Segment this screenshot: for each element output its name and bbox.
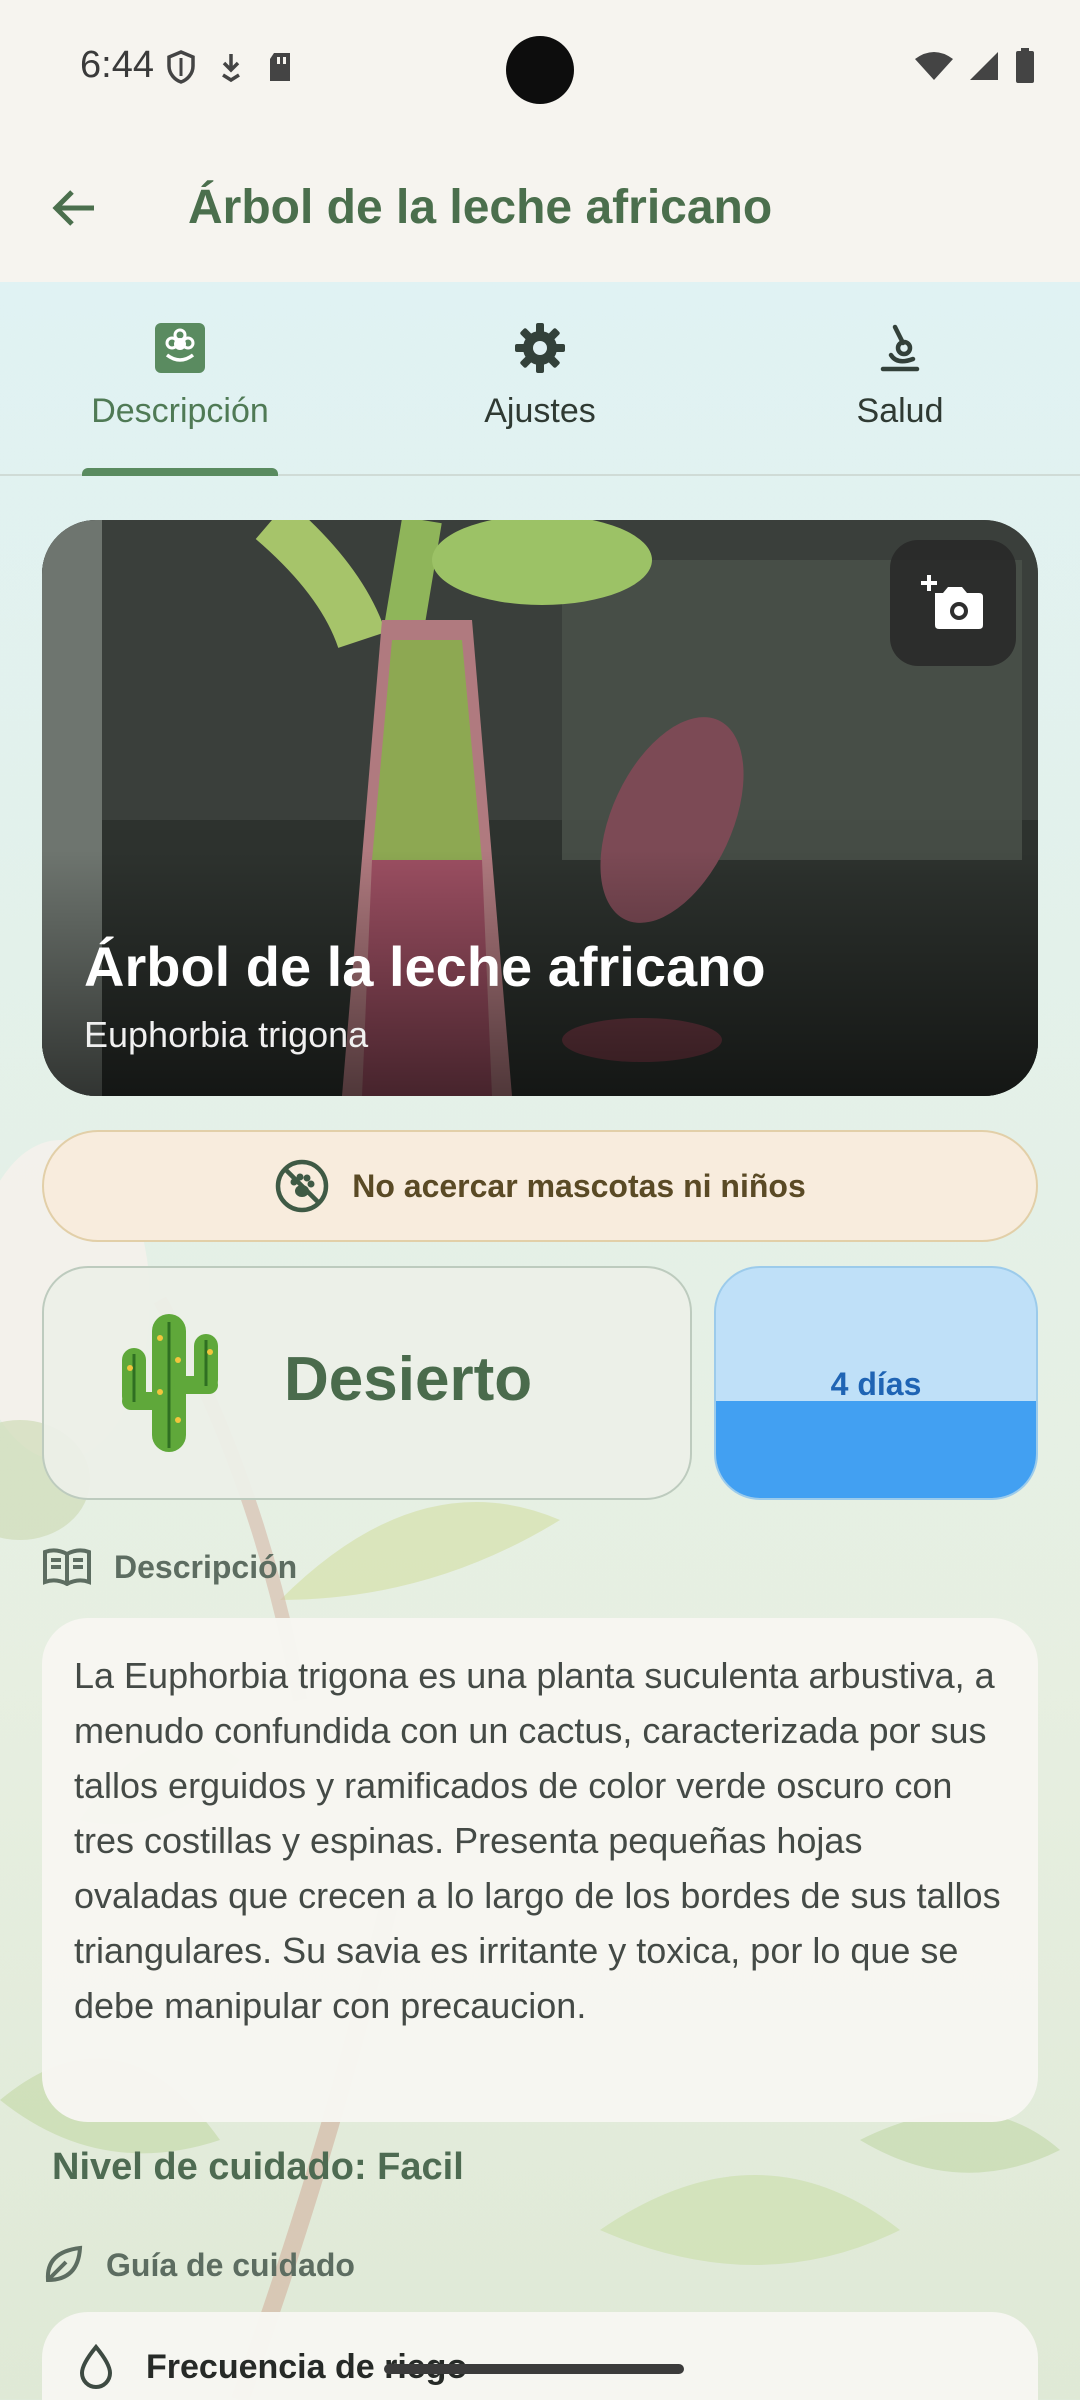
tab-label: Ajustes <box>484 392 596 430</box>
warning-text: No acercar mascotas ni niños <box>352 1167 806 1204</box>
front-camera <box>506 36 574 104</box>
water-level-fill <box>716 1401 1036 1498</box>
app-bar: Árbol de la leche africano <box>0 136 1080 282</box>
active-tab-indicator <box>82 468 278 476</box>
signal-icon <box>970 52 998 80</box>
download-notification-icon <box>222 54 240 83</box>
flower-badge-icon <box>152 320 208 376</box>
cactus-icon <box>122 1314 218 1452</box>
leaf-icon <box>45 2245 83 2283</box>
sd-card-icon <box>270 53 290 81</box>
tab-salud[interactable]: Salud <box>780 282 1020 476</box>
status-time: 6:44 <box>80 44 154 86</box>
wifi-icon <box>915 52 953 80</box>
watering-frequency-card[interactable]: Frecuencia de riego <box>42 2312 1038 2400</box>
add-camera-icon <box>921 575 983 629</box>
arrow-back-icon <box>52 190 94 226</box>
home-indicator[interactable] <box>384 2364 684 2374</box>
watering-card[interactable]: 4 días <box>714 1266 1038 1500</box>
add-photo-button[interactable] <box>890 540 1016 666</box>
toxicity-warning-badge: No acercar mascotas ni niños <box>42 1130 1038 1242</box>
plant-common-name: Árbol de la leche africano <box>84 935 766 998</box>
tab-ajustes[interactable]: Ajustes <box>420 282 660 476</box>
tab-label: Descripción <box>91 392 269 430</box>
plant-photo <box>42 520 1038 1096</box>
tab-label: Salud <box>856 392 944 430</box>
microscope-icon <box>872 320 928 376</box>
no-pets-icon <box>275 1159 329 1213</box>
status-bar: 6:44 <box>0 0 1080 136</box>
climate-card[interactable]: Desierto <box>42 1266 692 1500</box>
book-icon <box>43 1548 91 1586</box>
plant-scientific-name: Euphorbia trigona <box>84 1014 369 1055</box>
tab-descripcion[interactable]: Descripción <box>60 282 300 476</box>
description-card: La Euphorbia trigona es una planta sucul… <box>42 1618 1038 2122</box>
shield-icon <box>167 50 195 84</box>
care-level-text: Nivel de cuidado: Facil <box>52 2146 464 2188</box>
climate-label: Desierto <box>284 1345 533 1414</box>
back-button[interactable] <box>42 176 106 240</box>
section-title: Descripción <box>114 1548 298 1585</box>
section-title: Guía de cuidado <box>106 2246 355 2283</box>
watering-interval-label: 4 días <box>830 1366 922 1402</box>
water-drop-icon <box>79 2344 113 2389</box>
description-text: La Euphorbia trigona es una planta sucul… <box>74 1655 1001 2026</box>
care-guide-section-header: Guía de cuidado <box>42 2244 355 2286</box>
gear-icon <box>512 320 568 376</box>
page-title: Árbol de la leche africano <box>188 181 773 234</box>
tab-bar: Descripción Ajustes Salud <box>0 282 1080 476</box>
battery-icon <box>1016 48 1034 83</box>
description-section-header: Descripción <box>42 1548 297 1586</box>
plant-photo-card: Árbol de la leche africano Euphorbia tri… <box>42 520 1038 1096</box>
